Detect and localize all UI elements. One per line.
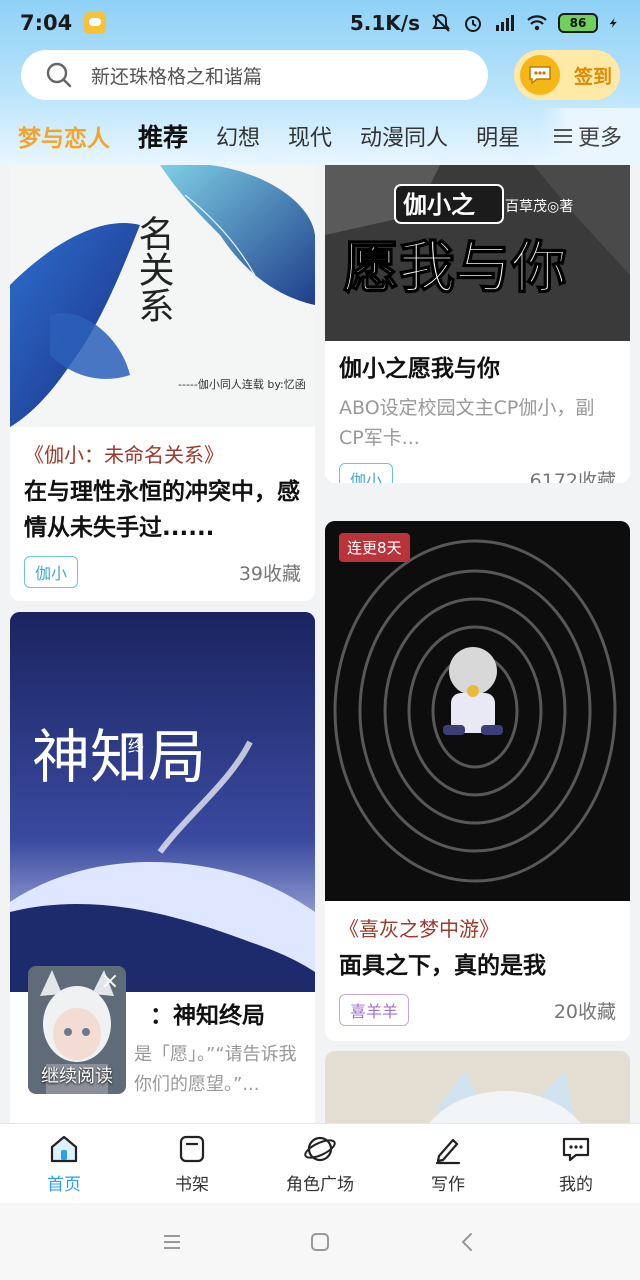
tab-modern[interactable]: 现代: [288, 120, 332, 152]
book-cover: [325, 1051, 630, 1123]
cover-small-text: 终: [128, 737, 144, 756]
system-navigation-bar: [0, 1203, 640, 1280]
close-icon[interactable]: ×: [100, 971, 120, 993]
nav-mine[interactable]: 我的: [512, 1124, 640, 1203]
signal-icon: [496, 15, 514, 31]
square-icon: [311, 1232, 329, 1251]
signin-button[interactable]: 签到: [514, 50, 620, 100]
battery-indicator: 86: [558, 13, 598, 33]
pencil-icon: [435, 1138, 461, 1165]
nav-bookshelf-label: 书架: [175, 1175, 209, 1195]
nav-home[interactable]: 首页: [0, 1124, 128, 1203]
signin-label: 签到: [574, 65, 613, 88]
tab-anime-fanfic[interactable]: 动漫同人: [360, 120, 448, 152]
cover-subtitle-text: -----伽小同人连载 by:忆函: [178, 377, 306, 391]
bookshelf-icon: [179, 1135, 205, 1163]
recent-apps-button[interactable]: [152, 1222, 192, 1262]
book-tag[interactable]: 伽小: [24, 556, 79, 588]
bottom-navigation: 首页 书架 角色广场 写作 我的: [0, 1123, 640, 1203]
book-favorites-count: 6172收藏: [529, 469, 616, 484]
search-row: 新还珠格格之和谐篇 签到: [0, 50, 640, 102]
back-arrow-icon: [461, 1232, 472, 1251]
book-cover: 连更8天: [325, 521, 630, 901]
nav-role-square[interactable]: 角色广场: [256, 1124, 384, 1203]
book-cover: 神知局 终: [10, 612, 315, 992]
cover-title-text: 神知局: [32, 723, 206, 791]
nav-home-label: 首页: [47, 1175, 81, 1195]
nav-write[interactable]: 写作: [384, 1124, 512, 1203]
update-streak-badge: 连更8天: [339, 533, 410, 562]
book-footer: 喜羊羊 20收藏: [339, 994, 616, 1026]
cover-big-title: 愿我与你: [343, 235, 567, 301]
book-title: 伽小之愿我与你: [339, 356, 500, 382]
book-cover: 伽小之 百草茂◎著 愿我与你: [325, 165, 630, 341]
home-button[interactable]: [300, 1222, 340, 1262]
alarm-icon: [465, 16, 481, 32]
search-icon: [46, 62, 72, 88]
book-tag[interactable]: 伽小: [339, 463, 394, 483]
nav-bookshelf[interactable]: 书架: [128, 1124, 256, 1203]
net-speed: 5.1K/s: [349, 11, 420, 35]
book-card[interactable]: 名关系 -----伽小同人连载 by:忆函 《伽小：未命名关系》 在与理性永恒的…: [10, 165, 315, 601]
signin-coin-icon: [520, 55, 560, 95]
search-input[interactable]: 新还珠格格之和谐篇: [21, 50, 488, 100]
book-card[interactable]: [325, 1051, 630, 1123]
cover-small-title: 伽小之: [403, 191, 475, 219]
book-cover: 名关系 -----伽小同人连载 by:忆函: [10, 165, 315, 427]
book-meta: 伽小之愿我与你 ABO设定校园文主CP伽小，副CP军卡... 伽小 6172收藏: [325, 351, 630, 483]
book-title: 在与理性永恒的冲突中，感情从未失手过......: [24, 479, 300, 541]
tab-recommend[interactable]: 推荐: [138, 118, 188, 154]
back-button[interactable]: [448, 1222, 488, 1262]
book-category: 《喜灰之梦中游》: [339, 917, 499, 941]
tab-dream-lover[interactable]: 梦与恋人: [18, 119, 110, 153]
notification-app-icon: [84, 12, 107, 34]
status-time: 7:04: [20, 11, 73, 35]
continue-reading-label: 继续阅读: [41, 1066, 113, 1087]
tab-celebrity[interactable]: 明星: [476, 120, 520, 152]
nav-write-label: 写作: [431, 1175, 465, 1195]
book-meta: 《伽小：未命名关系》 在与理性永恒的冲突中，感情从未失手过...... 伽小 3…: [10, 439, 315, 588]
continue-reading-widget[interactable]: × 继续阅读: [28, 966, 126, 1094]
nav-role-square-label: 角色广场: [286, 1175, 354, 1195]
cover-title-text: 名关系: [133, 215, 174, 323]
more-label: 更多: [577, 126, 622, 151]
status-right: 5.1K/s 86: [350, 11, 620, 35]
search-placeholder: 新还珠格格之和谐篇: [91, 65, 263, 88]
menu-lines-icon: [553, 129, 572, 143]
cover-author: 百草茂◎著: [505, 198, 573, 215]
book-title: 面具之下，真的是我: [339, 953, 546, 979]
planet-icon: [304, 1136, 336, 1162]
wifi-icon: [527, 15, 547, 31]
status-bar: 7:04 5.1K/s 86: [0, 0, 640, 46]
book-footer: 伽小 6172收藏: [339, 463, 616, 483]
book-tag[interactable]: 喜羊羊: [339, 994, 410, 1026]
book-description: ABO设定校园文主CP伽小，副CP军卡...: [339, 397, 595, 449]
nav-mine-label: 我的: [559, 1175, 593, 1195]
book-category: 《伽小：未命名关系》: [24, 443, 224, 467]
book-footer: 伽小 39收藏: [24, 556, 301, 588]
book-meta: 《喜灰之梦中游》 面具之下，真的是我 喜羊羊 20收藏: [325, 913, 630, 1026]
charging-icon: [609, 18, 617, 28]
book-card[interactable]: 伽小之 百草茂◎著 愿我与你 伽小之愿我与你 ABO设定校园文主CP伽小，副CP…: [325, 165, 630, 483]
book-favorites-count: 39收藏: [238, 562, 301, 585]
home-icon: [50, 1135, 78, 1163]
menu-icon: [164, 1234, 180, 1249]
book-card[interactable]: 连更8天 《喜灰之梦中游》 面具之下，真的是我 喜羊羊 20收藏: [325, 521, 630, 1041]
tab-fantasy[interactable]: 幻想: [216, 120, 260, 152]
chat-bubble-icon: [562, 1137, 590, 1162]
book-favorites-count: 20收藏: [553, 1000, 616, 1023]
more-tabs-button[interactable]: 更多: [540, 108, 640, 164]
mute-icon: [432, 13, 450, 32]
